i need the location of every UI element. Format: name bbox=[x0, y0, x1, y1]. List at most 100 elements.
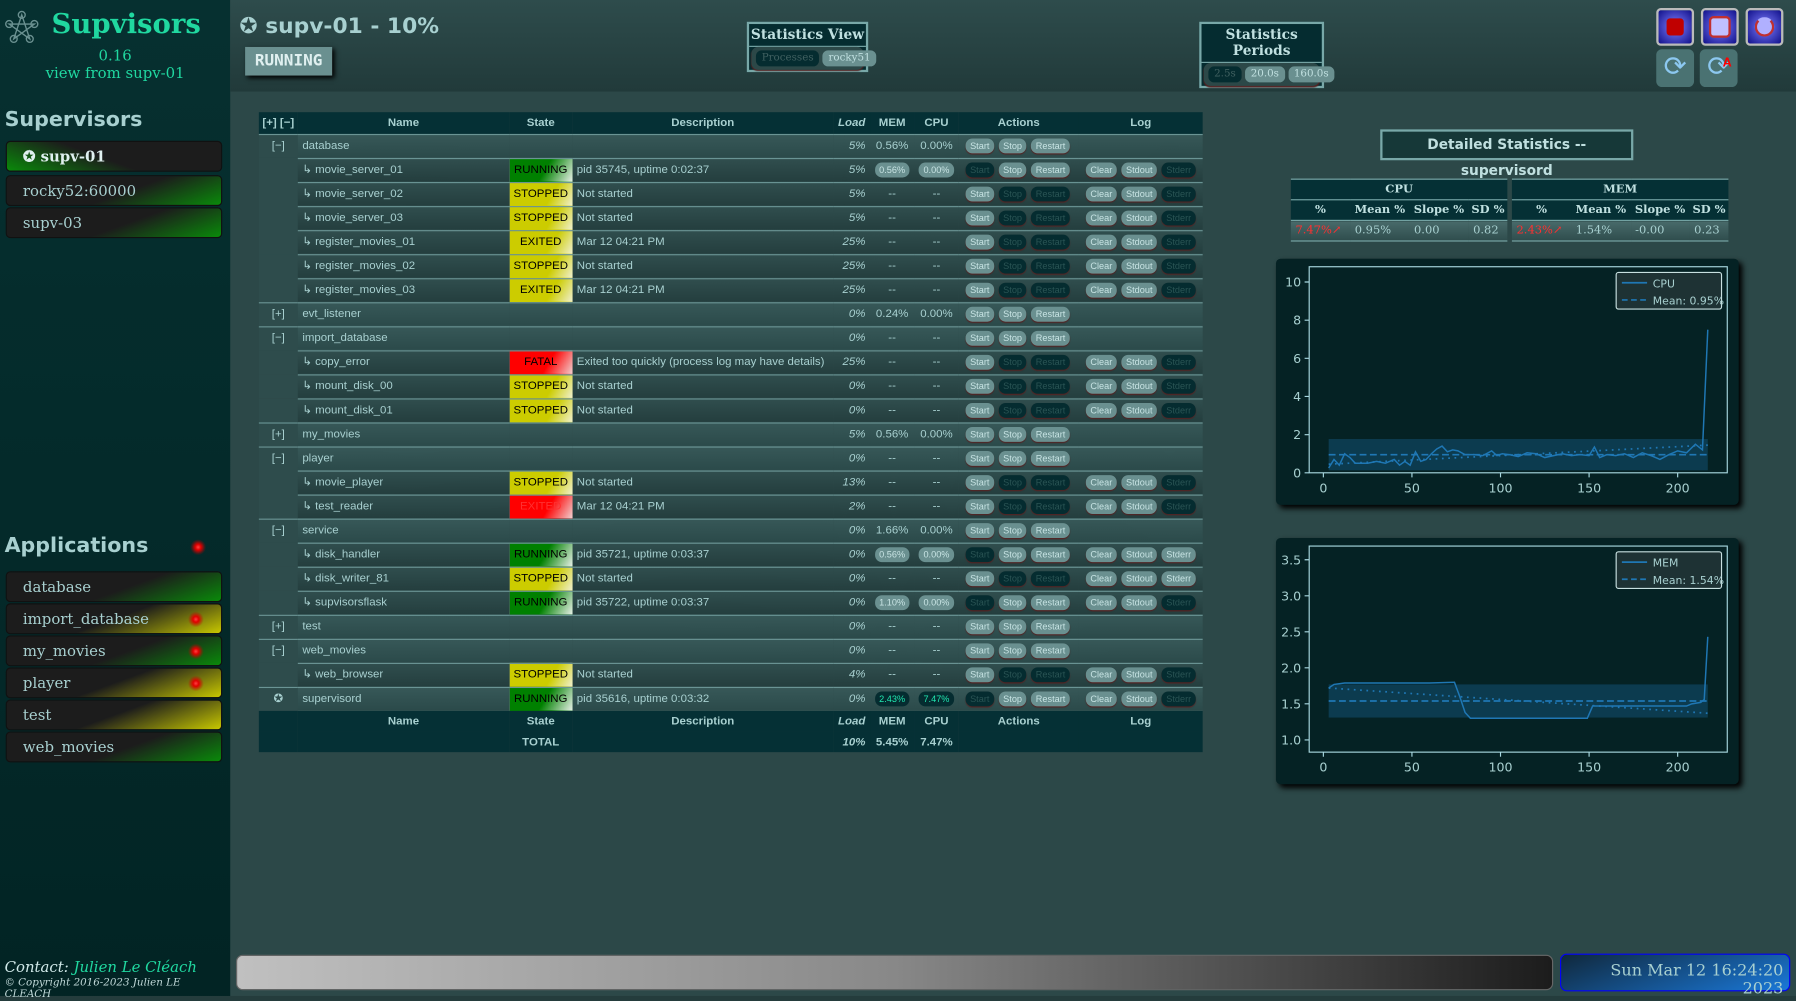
stop-button[interactable]: Stop bbox=[998, 475, 1027, 490]
restart-button[interactable]: Restart bbox=[1031, 282, 1070, 298]
expand-toggle[interactable]: [−] bbox=[258, 518, 298, 543]
name-cell[interactable]: ↳ mount_disk_00 bbox=[297, 373, 510, 399]
restart-button[interactable]: Restart bbox=[1031, 330, 1070, 346]
restart-button[interactable]: Restart bbox=[1031, 499, 1070, 515]
expand-toggle[interactable]: [−] bbox=[258, 638, 298, 663]
clear-button[interactable]: Clear bbox=[1085, 547, 1117, 563]
stop-button[interactable]: Stop bbox=[998, 234, 1027, 250]
supervisor-item-rocky52[interactable]: rocky52:60000 bbox=[5, 175, 223, 207]
restart-button[interactable]: Restart bbox=[1031, 402, 1070, 418]
stop-button[interactable]: Stop bbox=[998, 330, 1027, 346]
supervisor-item-supv-03[interactable]: supv-03 bbox=[5, 207, 223, 239]
name-cell[interactable]: ↳ disk_writer_81 bbox=[297, 566, 510, 591]
expand-toggle[interactable]: [+] bbox=[258, 421, 298, 447]
start-button[interactable]: Start bbox=[965, 523, 995, 539]
stop-button[interactable]: Stop bbox=[998, 427, 1027, 442]
cpu-value-button[interactable]: 7.47% bbox=[918, 691, 955, 707]
clear-button[interactable]: Clear bbox=[1085, 499, 1117, 515]
mem-value-button[interactable]: 1.10% bbox=[874, 595, 910, 611]
stdout-button[interactable]: Stdout bbox=[1121, 210, 1158, 226]
stop-button[interactable]: Stop bbox=[998, 523, 1027, 539]
stdout-button[interactable]: Stdout bbox=[1121, 162, 1158, 178]
start-button[interactable]: Start bbox=[965, 282, 995, 298]
stderr-button[interactable]: Stderr bbox=[1161, 667, 1196, 683]
stderr-button[interactable]: Stderr bbox=[1161, 354, 1196, 370]
start-button[interactable]: Start bbox=[965, 258, 995, 274]
application-item-import_database[interactable]: import_database bbox=[5, 603, 223, 635]
stop-button[interactable]: Stop bbox=[998, 282, 1027, 298]
stop-button[interactable]: Stop bbox=[998, 547, 1027, 563]
clear-button[interactable]: Clear bbox=[1085, 282, 1117, 298]
restart-button[interactable]: Restart bbox=[1031, 234, 1070, 250]
stdout-button[interactable]: Stdout bbox=[1121, 667, 1158, 683]
stderr-button[interactable]: Stderr bbox=[1161, 595, 1196, 611]
stop-button[interactable]: Stop bbox=[998, 402, 1027, 418]
stderr-button[interactable]: Stderr bbox=[1161, 162, 1196, 178]
restart-button[interactable]: Restart bbox=[1031, 691, 1070, 707]
name-cell[interactable]: ↳ register_movies_01 bbox=[297, 229, 510, 255]
start-button[interactable]: Start bbox=[965, 619, 995, 635]
stderr-button[interactable]: Stderr bbox=[1161, 475, 1196, 490]
restart-button[interactable]: Restart bbox=[1031, 306, 1070, 322]
restart-button[interactable]: Restart bbox=[1031, 354, 1070, 370]
clear-button[interactable]: Clear bbox=[1085, 186, 1117, 202]
restart-button[interactable]: Restart bbox=[1031, 258, 1070, 274]
stdout-button[interactable]: Stdout bbox=[1121, 499, 1158, 515]
stderr-button[interactable]: Stderr bbox=[1161, 691, 1196, 707]
clear-button[interactable]: Clear bbox=[1085, 595, 1117, 611]
restart-button[interactable]: Restart bbox=[1031, 571, 1070, 587]
clear-button[interactable]: Clear bbox=[1085, 210, 1117, 226]
clear-button[interactable]: Clear bbox=[1085, 378, 1117, 394]
stop-button[interactable]: Stop bbox=[998, 378, 1027, 394]
refresh-button[interactable]: ⟳ bbox=[1656, 49, 1695, 88]
restart-button[interactable]: Restart bbox=[1031, 210, 1070, 226]
restart-button[interactable]: Restart bbox=[1031, 475, 1070, 490]
name-cell[interactable]: ↳ movie_server_02 bbox=[297, 181, 510, 207]
expand-toggle[interactable]: [−] bbox=[258, 445, 298, 471]
start-button[interactable]: Start bbox=[965, 306, 995, 322]
stderr-button[interactable]: Stderr bbox=[1161, 499, 1196, 515]
cpu-value-button[interactable]: 0.00% bbox=[918, 162, 955, 178]
application-item-web_movies[interactable]: web_movies bbox=[5, 731, 223, 763]
expand-toggle[interactable]: [+] bbox=[258, 301, 298, 327]
stop-button[interactable]: Stop bbox=[998, 186, 1027, 202]
stop-all-button[interactable] bbox=[1656, 8, 1695, 46]
restart-button[interactable]: Restart bbox=[1031, 186, 1070, 202]
restart-button[interactable]: Restart bbox=[1031, 162, 1070, 178]
name-cell[interactable]: ↳ movie_server_01 bbox=[297, 157, 510, 183]
stderr-button[interactable]: Stderr bbox=[1161, 378, 1196, 394]
application-item-my_movies[interactable]: my_movies bbox=[5, 635, 223, 667]
expand-toggle[interactable]: [+] bbox=[258, 614, 298, 639]
stdout-button[interactable]: Stdout bbox=[1121, 258, 1158, 274]
expand-toggle[interactable]: [−] bbox=[258, 133, 298, 158]
view-processes-button[interactable]: Processes bbox=[755, 50, 820, 67]
clear-button[interactable]: Clear bbox=[1085, 258, 1117, 274]
period-20s-button[interactable]: 20.0s bbox=[1244, 66, 1285, 83]
start-button[interactable]: Start bbox=[965, 210, 995, 226]
cpu-value-button[interactable]: 0.00% bbox=[918, 547, 955, 563]
name-cell[interactable]: ↳ register_movies_02 bbox=[297, 253, 510, 279]
start-button[interactable]: Start bbox=[965, 691, 995, 707]
stop-button[interactable]: Stop bbox=[998, 138, 1027, 154]
start-button[interactable]: Start bbox=[965, 499, 995, 515]
name-cell[interactable]: ↳ mount_disk_01 bbox=[297, 397, 510, 423]
name-cell[interactable]: ↳ disk_handler bbox=[297, 542, 510, 567]
cpu-value-button[interactable]: 0.00% bbox=[918, 595, 955, 611]
stderr-button[interactable]: Stderr bbox=[1161, 282, 1196, 298]
start-button[interactable]: Start bbox=[965, 571, 995, 587]
restart-button[interactable]: Restart bbox=[1031, 138, 1070, 154]
start-button[interactable]: Start bbox=[965, 595, 995, 611]
start-button[interactable]: Start bbox=[965, 162, 995, 178]
clear-button[interactable]: Clear bbox=[1085, 691, 1117, 707]
name-cell[interactable]: ↳ movie_server_03 bbox=[297, 205, 510, 231]
stderr-button[interactable]: Stderr bbox=[1161, 186, 1196, 202]
restart-button[interactable]: Restart bbox=[1031, 451, 1070, 466]
restart-button[interactable] bbox=[1700, 8, 1739, 46]
contact-link[interactable]: Julien Le Cléach bbox=[73, 959, 196, 976]
restart-button[interactable]: Restart bbox=[1031, 619, 1070, 635]
application-item-database[interactable]: database bbox=[5, 571, 223, 603]
stderr-button[interactable]: Stderr bbox=[1161, 258, 1196, 274]
stdout-button[interactable]: Stdout bbox=[1121, 378, 1158, 394]
name-cell[interactable]: ↳ copy_error bbox=[297, 349, 510, 375]
stop-button[interactable]: Stop bbox=[998, 451, 1027, 466]
